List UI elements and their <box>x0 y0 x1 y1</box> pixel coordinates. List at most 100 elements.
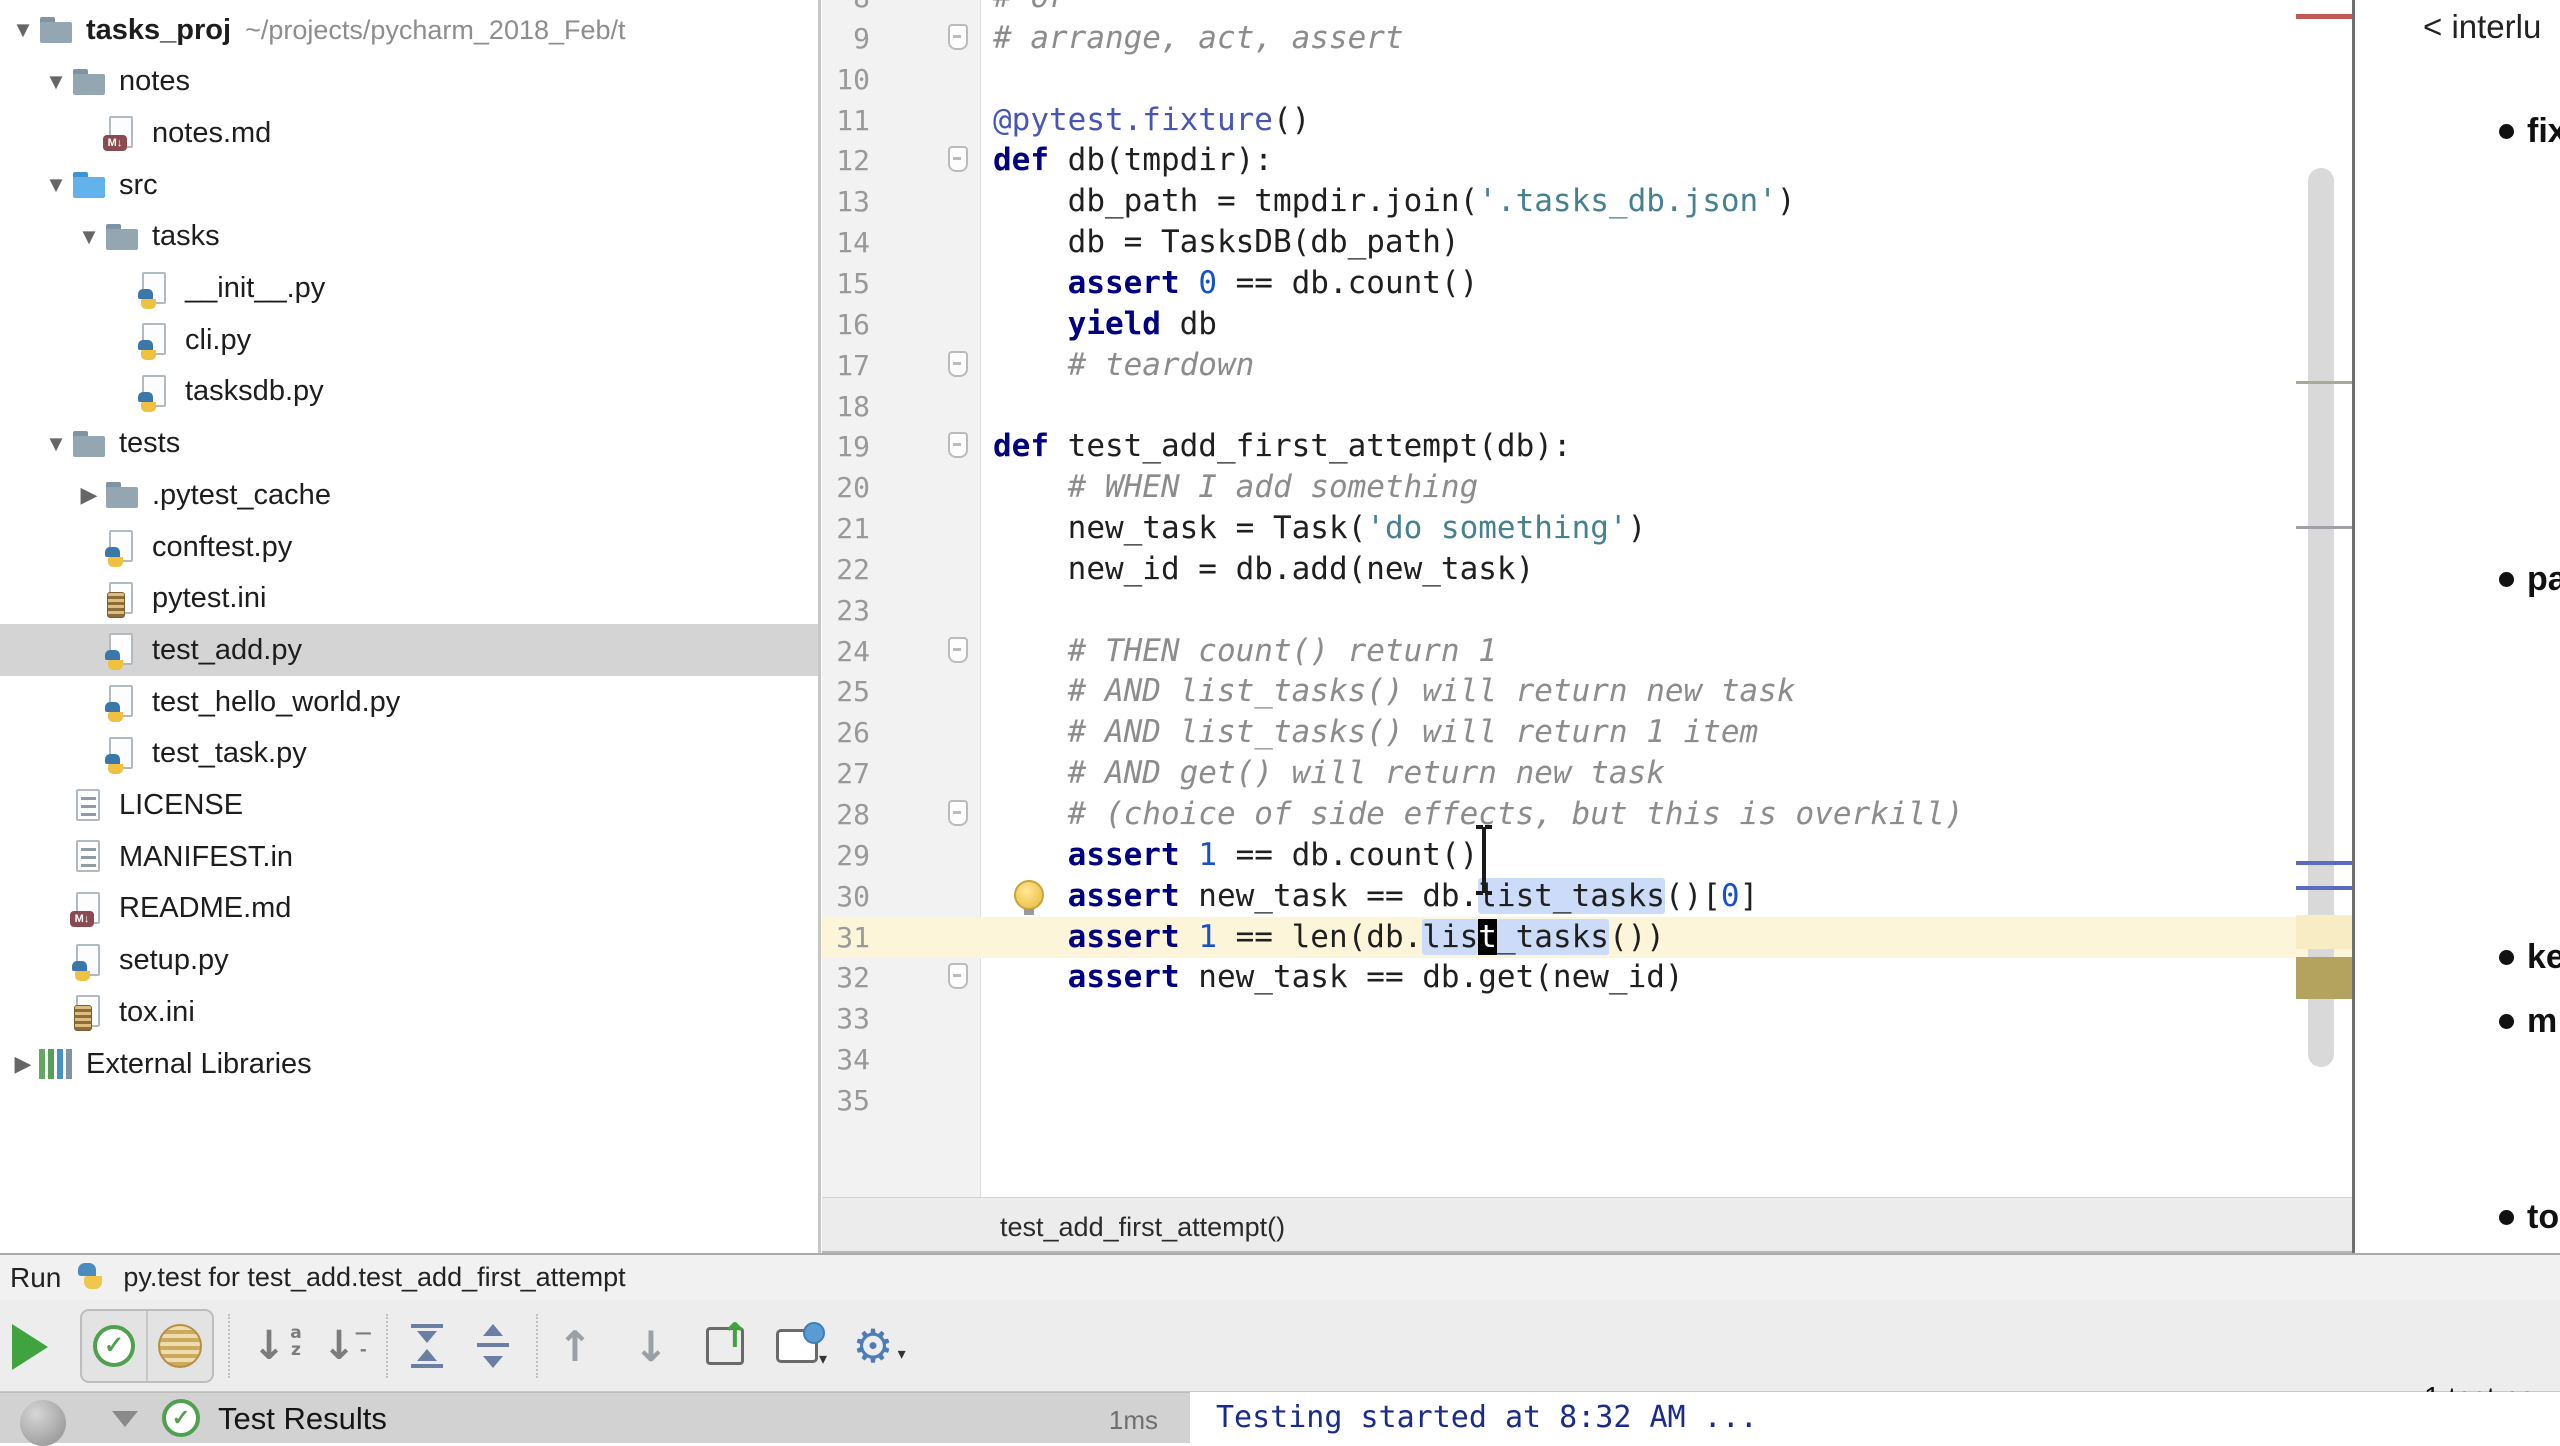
tree-item-test-hello-world-py[interactable]: test_hello_world.py <box>0 676 818 728</box>
test-results-title: Test Results <box>218 1401 387 1437</box>
expand-results-arrow-icon[interactable] <box>112 1411 138 1427</box>
code-line-34: 34 <box>822 1039 2352 1080</box>
next-failed-test-button[interactable]: ↓ <box>624 1318 678 1374</box>
error-stripe-mark[interactable] <box>2296 957 2352 999</box>
tree-item-tasks[interactable]: ▼tasks <box>0 211 818 263</box>
tree-item-tasksdb-py[interactable]: tasksdb.py <box>0 366 818 418</box>
toolbar-divider <box>536 1314 538 1378</box>
tree-item-pytest-ini[interactable]: pytest.ini <box>0 573 818 625</box>
line-number: 33 <box>822 998 870 1039</box>
ini-icon <box>104 581 140 617</box>
show-ignored-button[interactable] <box>146 1311 212 1381</box>
tree-down-arrow-icon[interactable]: ▼ <box>41 159 71 211</box>
tree-down-arrow-icon[interactable]: ▼ <box>41 418 71 470</box>
tree-item-test-add-py[interactable]: test_add.py <box>0 624 818 676</box>
import-export-results-button[interactable]: ↑ <box>698 1318 752 1374</box>
fold-marker-icon[interactable] <box>948 146 968 172</box>
fold-marker-icon[interactable] <box>948 637 968 663</box>
tree-item--init-py[interactable]: __init__.py <box>0 263 818 315</box>
tree-item-external-libraries[interactable]: ▶External Libraries <box>0 1038 818 1090</box>
code-line-22: 22 new_id = db.add(new_task) <box>822 549 2352 590</box>
py-icon <box>71 943 107 979</box>
show-passed-button[interactable]: ✓ <box>82 1311 146 1381</box>
tree-item-conftest-py[interactable]: conftest.py <box>0 521 818 573</box>
tree-right-arrow-icon[interactable]: ▶ <box>74 469 104 521</box>
slide-bullet: pa <box>2499 560 2560 599</box>
tree-right-arrow-icon[interactable]: ▶ <box>8 1038 38 1090</box>
tree-item-license[interactable]: LICENSE <box>0 780 818 832</box>
line-number: 22 <box>822 549 870 590</box>
previous-failed-test-button[interactable]: ↑ <box>548 1318 602 1374</box>
tree-item-test-task-py[interactable]: test_task.py <box>0 728 818 780</box>
collapse-all-button[interactable] <box>466 1318 520 1374</box>
error-stripe-mark[interactable] <box>2296 886 2352 890</box>
error-stripe-mark[interactable] <box>2296 915 2352 949</box>
code-line-16: 16 yield db <box>822 304 2352 345</box>
tree-item-cli-py[interactable]: cli.py <box>0 314 818 366</box>
tree-item-tests[interactable]: ▼tests <box>0 418 818 470</box>
tree-item-readme-md[interactable]: M↓README.md <box>0 883 818 935</box>
py-icon <box>104 684 140 720</box>
sort-by-duration-button[interactable]: ↓—- <box>312 1318 366 1374</box>
fold-marker-icon[interactable] <box>948 24 968 50</box>
sphere-icon[interactable] <box>20 1400 66 1446</box>
error-stripe-mark[interactable] <box>2296 381 2352 384</box>
tree-item-setup-py[interactable]: setup.py <box>0 935 818 987</box>
code-editor[interactable]: 8# or9# arrange, act, assert1011@pytest.… <box>822 0 2352 1197</box>
tree-item--pytest-cache[interactable]: ▶.pytest_cache <box>0 469 818 521</box>
run-label: Run <box>10 1262 61 1294</box>
py-icon <box>137 374 173 410</box>
code-line-29: 29 assert 1 == db.count() <box>822 835 2352 876</box>
expand-all-button[interactable] <box>400 1318 454 1374</box>
py-icon <box>137 322 173 358</box>
test-runner-toolbar: ✓↓az↓—-↑↓↑▾⚙▾ 1 test pa <box>0 1300 2560 1392</box>
tree-down-arrow-icon[interactable]: ▼ <box>8 4 38 56</box>
fold-marker-icon[interactable] <box>948 800 968 826</box>
tree-down-arrow-icon[interactable]: ▼ <box>74 211 104 263</box>
code-line-21: 21 new_task = Task('do something') <box>822 508 2352 549</box>
md-icon: M↓ <box>104 115 140 151</box>
folder-icon <box>71 426 107 462</box>
error-stripe-mark[interactable] <box>2296 861 2352 865</box>
line-number: 29 <box>822 835 870 876</box>
panel-splitter[interactable] <box>818 0 821 1253</box>
py-icon <box>137 271 173 307</box>
console-output[interactable]: Testing started at 8:32 AM ... <box>1216 1400 1758 1435</box>
test-history-button[interactable]: ▾ <box>770 1318 824 1374</box>
settings-button[interactable]: ⚙▾ <box>846 1318 900 1374</box>
error-stripe-mark[interactable] <box>2296 14 2352 19</box>
line-number: 13 <box>822 181 870 222</box>
code-line-25: 25 # AND list_tasks() will return new ta… <box>822 671 2352 712</box>
slide-panel: < interlu fixpakemto <box>2352 0 2560 1262</box>
code-line-26: 26 # AND list_tasks() will return 1 item <box>822 712 2352 753</box>
test-results-selected-row[interactable]: ✓ Test Results 1ms <box>0 1392 1190 1443</box>
tree-item-manifest-in[interactable]: MANIFEST.in <box>0 831 818 883</box>
fold-marker-icon[interactable] <box>948 351 968 377</box>
line-number: 16 <box>822 304 870 345</box>
line-number: 27 <box>822 753 870 794</box>
line-number: 20 <box>822 467 870 508</box>
fold-marker-icon[interactable] <box>948 432 968 458</box>
tree-item-tasks-proj[interactable]: ▼tasks_proj~/projects/pycharm_2018_Feb/t <box>0 4 818 56</box>
folder-src-icon <box>71 167 107 203</box>
project-tree-panel[interactable]: ▼tasks_proj~/projects/pycharm_2018_Feb/t… <box>0 0 818 1253</box>
rerun-tests-button[interactable] <box>12 1324 48 1370</box>
sort-alphabetically-button[interactable]: ↓az <box>242 1318 296 1374</box>
tree-item-tox-ini[interactable]: tox.ini <box>0 986 818 1038</box>
code-line-32: 32 assert new_task == db.get(new_id) <box>822 957 2352 998</box>
fold-marker-icon[interactable] <box>948 963 968 989</box>
mouse-ibeam-cursor <box>1472 824 1496 896</box>
project-path: ~/projects/pycharm_2018_Feb/t <box>245 15 625 46</box>
ini-icon <box>71 994 107 1030</box>
txt-icon <box>71 839 107 875</box>
error-stripe-mark[interactable] <box>2296 526 2352 529</box>
tree-down-arrow-icon[interactable]: ▼ <box>41 56 71 108</box>
tree-item-notes[interactable]: ▼notes <box>0 56 818 108</box>
code-line-14: 14 db = TasksDB(db_path) <box>822 222 2352 263</box>
toolbar-divider <box>228 1314 230 1378</box>
tree-item-notes-md[interactable]: M↓notes.md <box>0 107 818 159</box>
line-number: 32 <box>822 957 870 998</box>
tree-item-src[interactable]: ▼src <box>0 159 818 211</box>
code-line-11: 11@pytest.fixture() <box>822 100 2352 141</box>
slide-bullet: to <box>2499 1198 2559 1237</box>
